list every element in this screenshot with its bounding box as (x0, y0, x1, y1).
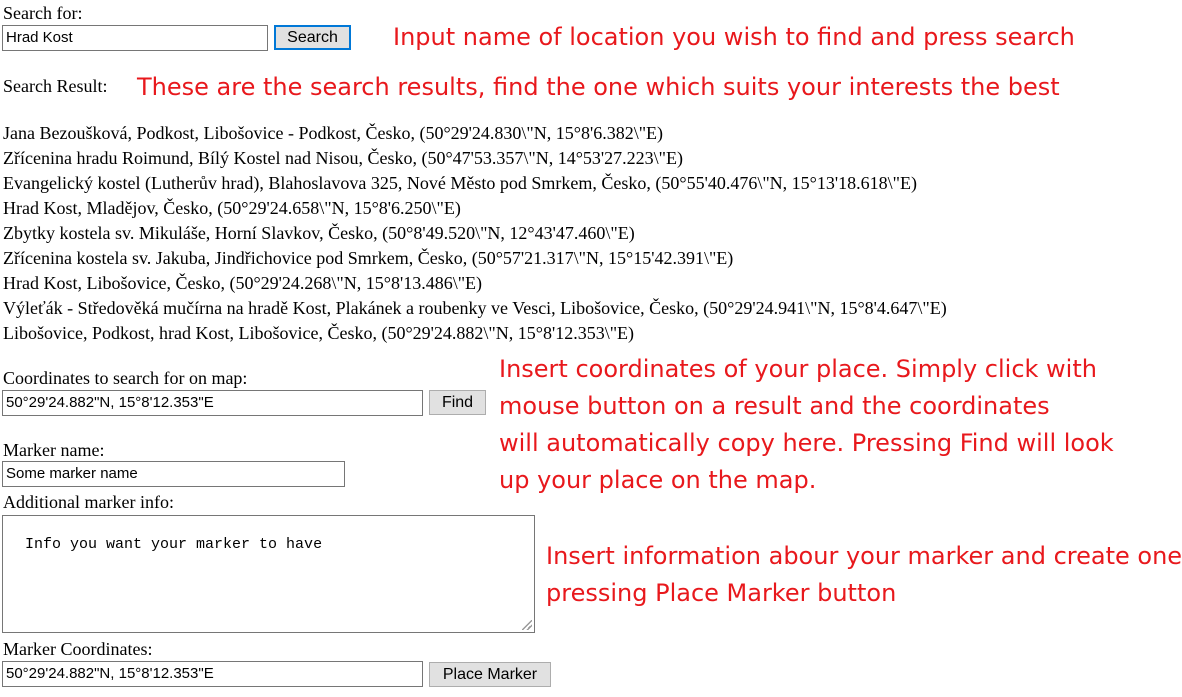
coordinates-label: Coordinates to search for on map: (3, 368, 248, 388)
marker-annotation: Insert information abour your marker and… (546, 538, 1182, 612)
result-item[interactable]: Libošovice, Podkost, hrad Kost, Libošovi… (3, 321, 947, 346)
result-item[interactable]: Hrad Kost, Libošovice, Česko, (50°29'24.… (3, 271, 947, 296)
place-marker-button[interactable]: Place Marker (429, 662, 551, 687)
marker-coordinates-input[interactable]: 50°29'24.882"N, 15°8'12.353"E (2, 661, 423, 687)
search-label: Search for: (3, 3, 83, 23)
coordinates-annotation-line: will automatically copy here. Pressing F… (499, 429, 1114, 457)
marker-info-label: Additional marker info: (3, 492, 174, 512)
result-item[interactable]: Evangelický kostel (Lutherův hrad), Blah… (3, 171, 947, 196)
marker-annotation-line: Insert information abour your marker and… (546, 542, 1182, 570)
marker-annotation-line: pressing Place Marker button (546, 579, 897, 607)
search-result-label: Search Result: (3, 76, 108, 96)
result-item[interactable]: Zřícenina kostela sv. Jakuba, Jindřichov… (3, 246, 947, 271)
marker-name-label: Marker name: (3, 440, 105, 460)
results-annotation: These are the search results, find the o… (137, 73, 1060, 101)
result-item[interactable]: Zbytky kostela sv. Mikuláše, Horní Slavk… (3, 221, 947, 246)
search-annotation: Input name of location you wish to find … (393, 23, 1075, 51)
result-item[interactable]: Výleťák - Středověká mučírna na hradě Ko… (3, 296, 947, 321)
marker-coordinates-label: Marker Coordinates: (3, 639, 153, 659)
result-item[interactable]: Zřícenina hradu Roimund, Bílý Kostel nad… (3, 146, 947, 171)
marker-info-text: Info you want your marker to have (25, 536, 323, 553)
marker-name-input[interactable]: Some marker name (2, 461, 345, 487)
result-item[interactable]: Jana Bezoušková, Podkost, Libošovice - P… (3, 121, 947, 146)
resize-grip-icon[interactable] (522, 620, 532, 630)
coordinates-annotation-line: mouse button on a result and the coordin… (499, 392, 1050, 420)
marker-info-textarea[interactable]: Info you want your marker to have (2, 515, 535, 633)
coordinates-annotation-line: Insert coordinates of your place. Simply… (499, 355, 1097, 383)
result-item[interactable]: Hrad Kost, Mladějov, Česko, (50°29'24.65… (3, 196, 947, 221)
results-list: Jana Bezoušková, Podkost, Libošovice - P… (3, 121, 947, 346)
find-button[interactable]: Find (429, 390, 486, 415)
search-button[interactable]: Search (274, 25, 351, 50)
coordinates-input[interactable]: 50°29'24.882"N, 15°8'12.353"E (2, 390, 423, 416)
coordinates-annotation-line: up your place on the map. (499, 466, 817, 494)
search-input[interactable]: Hrad Kost (2, 25, 268, 51)
coordinates-annotation: Insert coordinates of your place. Simply… (499, 351, 1114, 499)
